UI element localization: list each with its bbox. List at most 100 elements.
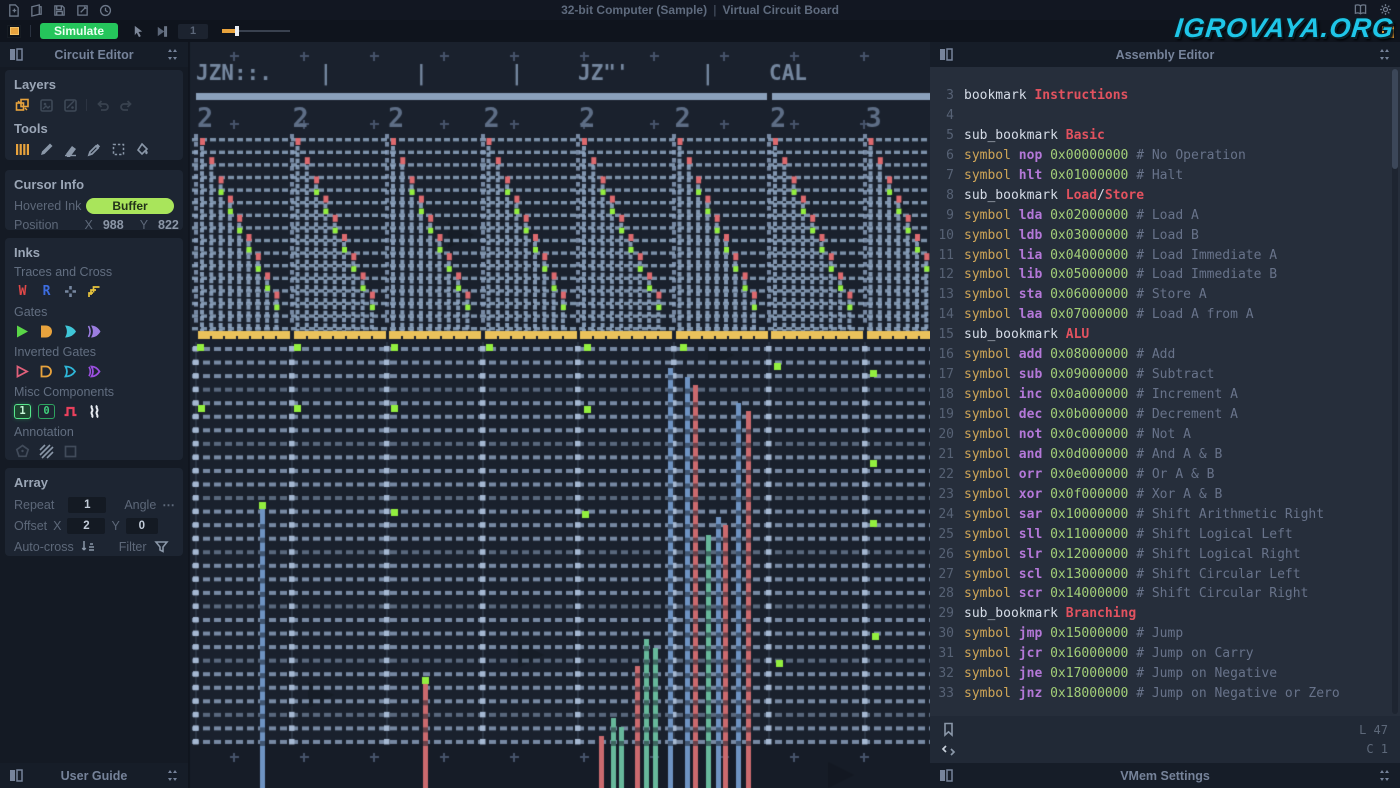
latch-on-icon[interactable]: 1: [14, 404, 31, 419]
circuit-editor-header[interactable]: Circuit Editor: [0, 42, 188, 67]
bookmark-icon[interactable]: [940, 721, 957, 738]
asm-line[interactable]: 14symbol laa 0x07000000 # Load A from A: [930, 305, 1400, 325]
asm-line[interactable]: 27symbol scl 0x13000000 # Shift Circular…: [930, 565, 1400, 585]
autocross-toggle-icon[interactable]: [80, 538, 97, 555]
resize-panel-icon[interactable]: [164, 47, 180, 62]
inks-title: Inks: [14, 245, 174, 260]
and-gate-icon[interactable]: [38, 323, 55, 340]
asm-line[interactable]: 26symbol slr 0x12000000 # Shift Logical …: [930, 545, 1400, 565]
filter-icon[interactable]: [153, 538, 170, 555]
offset-y-label: Y: [111, 519, 119, 533]
resize-panel-icon[interactable]: [1376, 768, 1392, 783]
asm-line[interactable]: 30symbol jmp 0x15000000 # Jump: [930, 624, 1400, 644]
random-icon[interactable]: [86, 403, 103, 420]
asm-line[interactable]: 24symbol sar 0x10000000 # Shift Arithmet…: [930, 505, 1400, 525]
not-gate-icon[interactable]: [14, 363, 31, 380]
hovered-ink-label: Hovered Ink: [14, 199, 81, 213]
simulation-speed-slider[interactable]: [222, 26, 290, 36]
dock-panel-icon[interactable]: [938, 47, 954, 62]
asm-line[interactable]: 25symbol sll 0x11000000 # Shift Logical …: [930, 525, 1400, 545]
read-ink-icon[interactable]: R: [38, 283, 55, 300]
asm-line[interactable]: 16symbol add 0x08000000 # Add: [930, 345, 1400, 365]
assembly-footer: L 47 C 1: [930, 716, 1400, 764]
xnor-gate-icon[interactable]: [86, 363, 103, 380]
resize-panel-icon[interactable]: [164, 768, 180, 783]
asm-line[interactable]: 10symbol ldb 0x03000000 # Load B: [930, 226, 1400, 246]
asm-line[interactable]: 29sub_bookmark Branching: [930, 604, 1400, 624]
offset-x-field[interactable]: 2: [67, 518, 105, 534]
repeat-label: Repeat: [14, 498, 54, 512]
asm-line[interactable]: 5sub_bookmark Basic: [930, 126, 1400, 146]
assembly-code[interactable]: 3bookmark Instructions45sub_bookmark Bas…: [930, 67, 1400, 716]
layer-off-icon[interactable]: [62, 97, 79, 114]
write-ink-icon[interactable]: W: [14, 283, 31, 300]
redo-icon[interactable]: [118, 97, 135, 114]
select-tool-icon[interactable]: [110, 141, 127, 158]
nand-gate-icon[interactable]: [38, 363, 55, 380]
asm-line[interactable]: 9symbol lda 0x02000000 # Load A: [930, 206, 1400, 226]
asm-line[interactable]: 13symbol sta 0x06000000 # Store A: [930, 285, 1400, 305]
asm-line[interactable]: 21symbol and 0x0d000000 # And A & B: [930, 445, 1400, 465]
asm-line[interactable]: 4: [930, 106, 1400, 126]
resize-panel-icon[interactable]: [1376, 47, 1392, 62]
asm-line[interactable]: 11symbol lia 0x04000000 # Load Immediate…: [930, 246, 1400, 266]
pencil-tool-icon[interactable]: [38, 141, 55, 158]
asm-line[interactable]: 31symbol jcr 0x16000000 # Jump on Carry: [930, 644, 1400, 664]
undo-icon[interactable]: [94, 97, 111, 114]
or-gate-icon[interactable]: [62, 323, 79, 340]
asm-line[interactable]: 18symbol inc 0x0a000000 # Increment A: [930, 385, 1400, 405]
autocross-label: Auto-cross: [14, 540, 74, 554]
cursor-pointer-icon[interactable]: [132, 25, 145, 38]
picker-tool-icon[interactable]: [86, 141, 103, 158]
offset-y-field[interactable]: 0: [126, 518, 158, 534]
circuit-board-viewport[interactable]: [188, 42, 930, 788]
fill-tool-icon[interactable]: [134, 141, 151, 158]
asm-line[interactable]: 23symbol xor 0x0f000000 # Xor A & B: [930, 485, 1400, 505]
asm-line[interactable]: 15sub_bookmark ALU: [930, 325, 1400, 345]
window-frame-icon[interactable]: [7, 25, 21, 38]
assembly-scrollbar[interactable]: [1392, 69, 1398, 714]
user-guide-header[interactable]: User Guide: [0, 763, 188, 788]
circuit-canvas[interactable]: [188, 42, 930, 788]
pos-y-label: Y: [140, 218, 148, 232]
buffer-gate-icon[interactable]: [14, 323, 31, 340]
asm-line[interactable]: 19symbol dec 0x0b000000 # Decrement A: [930, 405, 1400, 425]
asm-line[interactable]: 22symbol orr 0x0e000000 # Or A & B: [930, 465, 1400, 485]
asm-line[interactable]: 33symbol jnz 0x18000000 # Jump on Negati…: [930, 684, 1400, 704]
xor-gate-icon[interactable]: [86, 323, 103, 340]
virtual-pin-icon[interactable]: [14, 443, 31, 460]
angle-more-button[interactable]: ⋯: [162, 497, 176, 512]
latch-off-icon[interactable]: 0: [38, 404, 55, 419]
step-count-field[interactable]: 1: [178, 24, 208, 39]
tools-label: Tools: [14, 121, 174, 136]
scrollbar-thumb[interactable]: [1392, 69, 1398, 169]
asm-line[interactable]: 8sub_bookmark Load/Store: [930, 186, 1400, 206]
swap-arrows-icon[interactable]: [940, 742, 957, 759]
annotation-box-icon[interactable]: [62, 443, 79, 460]
mesh-ink-icon[interactable]: [86, 283, 103, 300]
asm-line[interactable]: 28symbol scr 0x14000000 # Shift Circular…: [930, 584, 1400, 604]
layer-on-icon[interactable]: [38, 97, 55, 114]
asm-line[interactable]: 6symbol nop 0x00000000 # No Operation: [930, 146, 1400, 166]
trace-tool-icon[interactable]: [14, 141, 31, 158]
asm-line[interactable]: 3bookmark Instructions: [930, 86, 1400, 106]
asm-line[interactable]: 12symbol lib 0x05000000 # Load Immediate…: [930, 265, 1400, 285]
dock-panel-icon[interactable]: [8, 768, 24, 783]
nor-gate-icon[interactable]: [62, 363, 79, 380]
vmem-settings-header[interactable]: VMem Settings: [930, 763, 1400, 788]
dock-panel-icon[interactable]: [8, 47, 24, 62]
step-forward-icon[interactable]: [155, 25, 168, 38]
filler-icon[interactable]: [38, 443, 55, 460]
eraser-tool-icon[interactable]: [62, 141, 79, 158]
asm-line[interactable]: 17symbol sub 0x09000000 # Subtract: [930, 365, 1400, 385]
assembly-editor-header[interactable]: Assembly Editor: [930, 42, 1400, 67]
asm-line[interactable]: 32symbol jne 0x17000000 # Jump on Negati…: [930, 664, 1400, 684]
cross-ink-icon[interactable]: [62, 283, 79, 300]
layer-circuit-icon[interactable]: [14, 97, 31, 114]
asm-line[interactable]: 20symbol not 0x0c000000 # Not A: [930, 425, 1400, 445]
dock-panel-icon[interactable]: [938, 768, 954, 783]
repeat-field[interactable]: 1: [68, 497, 106, 513]
simulate-button[interactable]: Simulate: [40, 23, 118, 39]
asm-line[interactable]: 7symbol hlt 0x01000000 # Halt: [930, 166, 1400, 186]
clock-icon[interactable]: [62, 403, 79, 420]
